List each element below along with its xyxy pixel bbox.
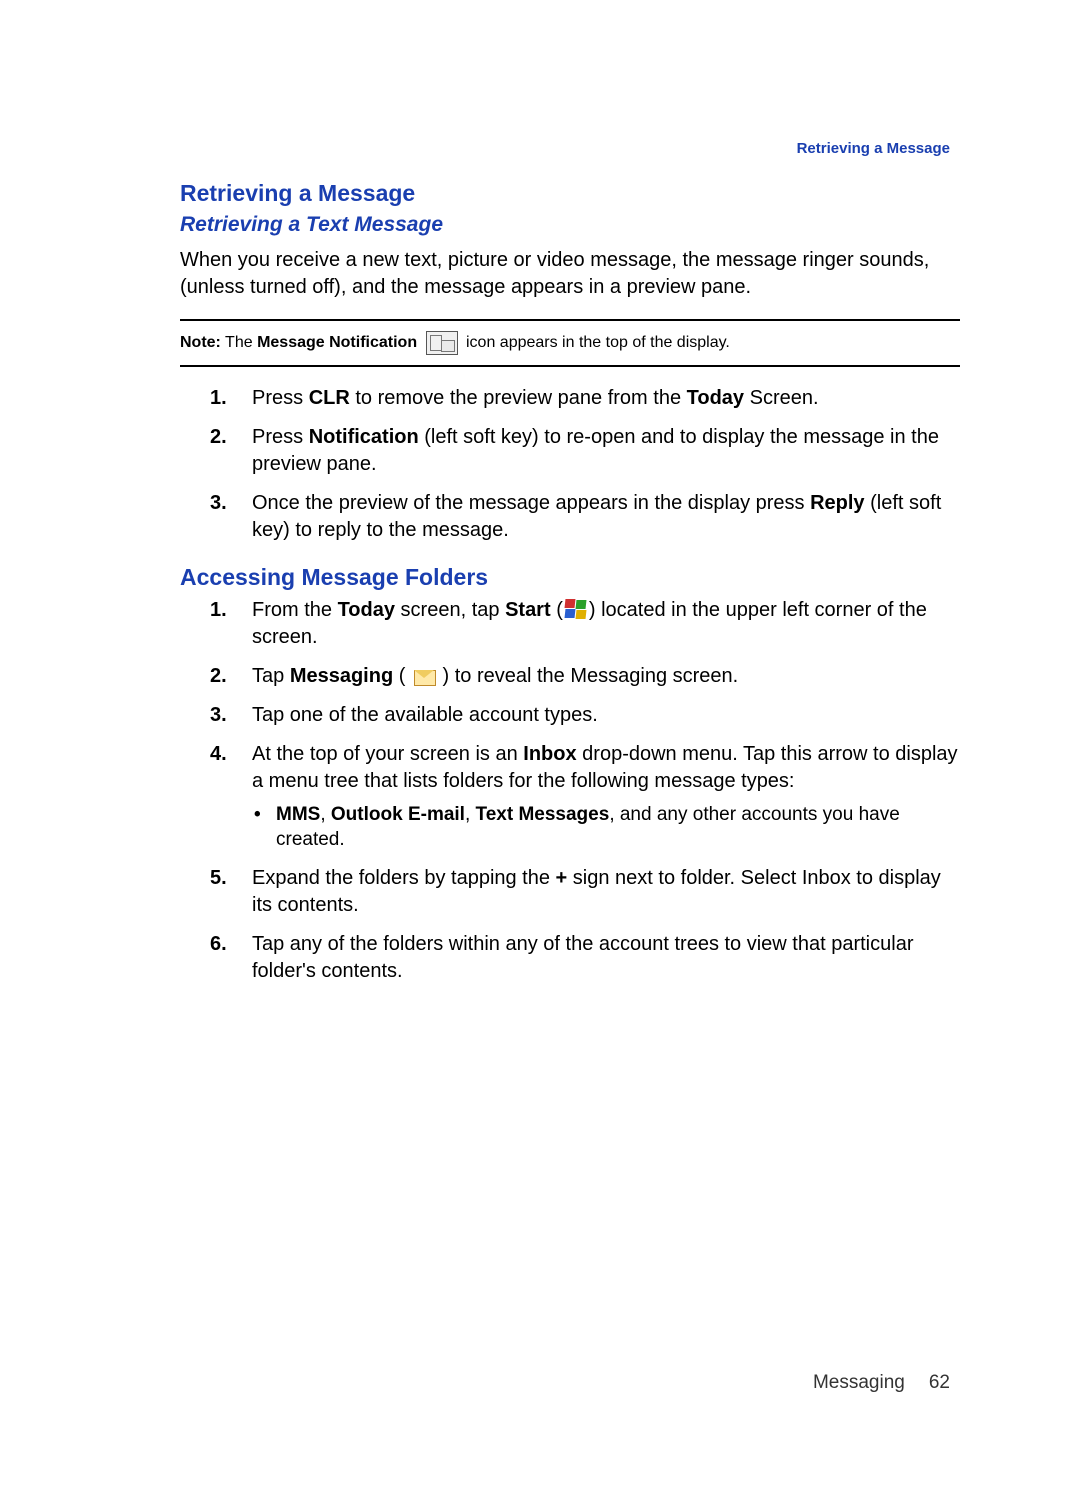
step-text: Tap: [252, 665, 290, 687]
step-text: At the top of your screen is an: [252, 743, 523, 765]
manual-page: Retrieving a Message Retrieving a Messag…: [0, 0, 1080, 1492]
messaging-envelope-icon: [413, 667, 435, 685]
step-bold: Today: [338, 599, 395, 621]
list-item: 1. Press CLR to remove the preview pane …: [180, 385, 960, 412]
step-bold: Messaging: [290, 665, 393, 687]
footer-page-number: 62: [929, 1372, 950, 1393]
step-bold: Today: [687, 387, 744, 409]
step-number: 4.: [210, 741, 227, 768]
step-number: 2.: [210, 424, 227, 451]
sub-bullet-list: MMS, Outlook E-mail, Text Messages, and …: [252, 803, 960, 852]
step-text: Press: [252, 426, 309, 448]
step-text: Screen.: [744, 387, 818, 409]
step-bold: Notification: [309, 426, 419, 448]
step-bold: +: [556, 867, 568, 889]
list-item: 5. Expand the folders by tapping the + s…: [180, 865, 960, 919]
step-bold: CLR: [309, 387, 350, 409]
step-number: 1.: [210, 385, 227, 412]
step-number: 2.: [210, 663, 227, 690]
step-text: Once the preview of the message appears …: [252, 492, 810, 514]
step-number: 1.: [210, 597, 227, 624]
steps-accessing-folders: 1. From the Today screen, tap Start () l…: [180, 597, 960, 984]
step-text: Tap one of the available account types.: [252, 704, 598, 726]
list-item: 2. Tap Messaging ( ) to reveal the Messa…: [180, 663, 960, 690]
sub-text: ,: [320, 804, 331, 825]
step-text: From the: [252, 599, 338, 621]
note-label: Note:: [180, 334, 221, 351]
sub-list-item: MMS, Outlook E-mail, Text Messages, and …: [252, 803, 960, 852]
sub-bold: Outlook E-mail: [331, 804, 465, 825]
intro-paragraph: When you receive a new text, picture or …: [180, 247, 960, 301]
list-item: 3. Tap one of the available account type…: [180, 702, 960, 729]
step-text: (: [393, 665, 411, 687]
section-title-retrieving: Retrieving a Message: [180, 180, 960, 207]
step-text: Expand the folders by tapping the: [252, 867, 556, 889]
note-bold: Message Notification: [257, 334, 417, 351]
step-number: 5.: [210, 865, 227, 892]
step-bold: Reply: [810, 492, 864, 514]
step-number: 6.: [210, 931, 227, 958]
page-footer: Messaging 62: [813, 1372, 950, 1394]
step-text: (: [551, 599, 563, 621]
footer-section: Messaging: [813, 1372, 905, 1393]
step-number: 3.: [210, 490, 227, 517]
step-bold: Inbox: [523, 743, 576, 765]
subsection-title-retrieving-text: Retrieving a Text Message: [180, 213, 960, 237]
steps-retrieving: 1. Press CLR to remove the preview pane …: [180, 385, 960, 544]
note-block: Note: The Message Notification icon appe…: [180, 319, 960, 367]
list-item: 6. Tap any of the folders within any of …: [180, 931, 960, 985]
sub-bold: Text Messages: [476, 804, 610, 825]
sub-bold: MMS: [276, 804, 320, 825]
step-text: Press: [252, 387, 309, 409]
step-text: to remove the preview pane from the: [350, 387, 687, 409]
step-text: ) to reveal the Messaging screen.: [437, 665, 738, 687]
note-text-after: icon appears in the top of the display.: [462, 334, 730, 351]
list-item: 3. Once the preview of the message appea…: [180, 490, 960, 544]
sub-text: ,: [465, 804, 476, 825]
step-bold: Start: [505, 599, 551, 621]
step-text: screen, tap: [395, 599, 505, 621]
section-title-accessing-folders: Accessing Message Folders: [180, 564, 960, 591]
running-head: Retrieving a Message: [797, 140, 950, 157]
note-text-before: The: [221, 334, 257, 351]
start-flag-icon: [565, 599, 587, 619]
step-text: Tap any of the folders within any of the…: [252, 933, 913, 982]
list-item: 1. From the Today screen, tap Start () l…: [180, 597, 960, 651]
list-item: 4. At the top of your screen is an Inbox…: [180, 741, 960, 852]
list-item: 2. Press Notification (left soft key) to…: [180, 424, 960, 478]
message-notification-icon: [426, 331, 458, 355]
step-number: 3.: [210, 702, 227, 729]
